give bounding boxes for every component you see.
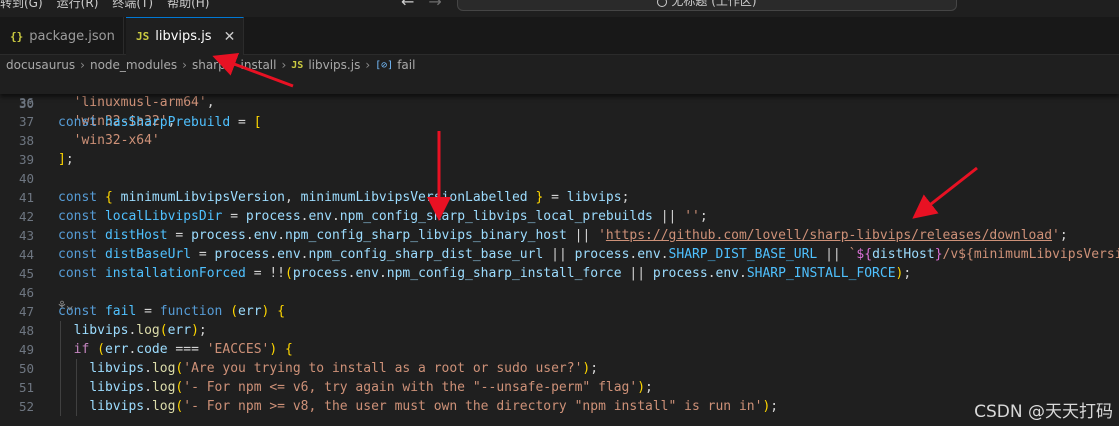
breadcrumb-item-symbol[interactable]: fail (397, 58, 415, 72)
watermark: CSDN @天天打码 (974, 402, 1113, 422)
menu-bar: 转到(G) 运行(R) 终端(T) 帮助(H) (0, 0, 209, 11)
tab-package-json[interactable]: {} package.json ✕ (0, 17, 139, 55)
chevron-right-icon: › (281, 58, 287, 72)
line-number: 45 (18, 266, 34, 281)
title-bar: 转到(G) 运行(R) 终端(T) 帮助(H) ← → 无标题 (工作区) (0, 0, 1119, 17)
code-text: const { minimumLibvipsVersion, minimumLi… (58, 190, 630, 205)
tab-bar: {} package.json ✕ JS libvips.js ✕ (0, 17, 1119, 55)
line-number: 43 (18, 228, 34, 243)
code-line[interactable]: 38 'win32-x64' (0, 131, 1119, 150)
line-number: 39 (18, 152, 34, 167)
line-number: 47 (18, 304, 34, 319)
tab-label: package.json (29, 28, 115, 44)
code-text: ]; (58, 152, 74, 167)
line-number: 52 (18, 399, 34, 414)
code-line[interactable]: 49 if (err.code === 'EACCES') { (0, 340, 1119, 359)
sticky-scroll-line[interactable]: 30 const hasSharpPrebuild = [ (0, 75, 1119, 130)
menu-item-help[interactable]: 帮助(H) (167, 0, 209, 11)
variable-symbol-icon: [⊘] (375, 59, 394, 71)
code-line[interactable]: 43 const distHost = process.env.npm_confi… (0, 226, 1119, 245)
history-nav: ← → (401, 0, 442, 11)
code-line[interactable]: 52 libvips.log('- For npm >= v8, the use… (0, 397, 1119, 416)
breadcrumb: docusaurus › node_modules › sharp › inst… (0, 55, 1119, 75)
code-text: 'win32-x64' (73, 133, 160, 148)
breadcrumb-item-node-modules[interactable]: node_modules (90, 58, 177, 72)
chevron-right-icon: › (230, 58, 236, 72)
code-text: 'linuxmusl-arm64', (73, 95, 215, 110)
code-text: libvips.log('- For npm >= v8, the user m… (89, 399, 779, 414)
menu-item-terminal[interactable]: 终端(T) (112, 0, 153, 11)
chevron-right-icon: › (365, 58, 371, 72)
code-line[interactable]: 39]; (0, 150, 1119, 169)
js-file-icon: JS (136, 30, 150, 43)
code-text: const hasSharpPrebuild = [ (58, 115, 262, 130)
json-file-icon: {} (10, 29, 24, 43)
code-text: const distBaseUrl = process.env.npm_conf… (58, 247, 1119, 262)
chevron-right-icon: › (80, 58, 85, 72)
code-text: const localLibvipsDir = process.env.npm_… (58, 209, 708, 224)
code-line[interactable]: 36 'linuxmusl-arm64', (0, 93, 1119, 112)
code-line[interactable]: 46 (0, 283, 1119, 302)
code-line[interactable]: 42 const localLibvipsDir = process.env.np… (0, 207, 1119, 226)
back-arrow-icon[interactable]: ← (401, 0, 414, 11)
code-line[interactable]: 41 const { minimumLibvipsVersion, minimum… (0, 188, 1119, 207)
code-text: libvips.log(err); (73, 323, 207, 338)
chevron-right-icon: › (182, 58, 187, 72)
menu-item-goto[interactable]: 转到(G) (0, 0, 43, 11)
code-text: const fail = function (err) { (58, 304, 286, 319)
code-text: libvips.log('- For npm <= v6, try again … (89, 380, 653, 395)
line-number: 51 (18, 380, 34, 395)
tab-libvips-js[interactable]: JS libvips.js ✕ (126, 17, 244, 55)
close-icon[interactable]: ✕ (224, 29, 236, 45)
search-icon (657, 0, 668, 7)
code-line[interactable]: 40 (0, 169, 1119, 188)
line-number: 46 (18, 285, 34, 300)
line-number: 30 (18, 96, 34, 111)
menu-item-run[interactable]: 运行(R) (57, 0, 99, 11)
indent-guide (76, 359, 77, 416)
breadcrumb-item-file[interactable]: libvips.js (308, 58, 360, 72)
code-line[interactable]: 47 const fail = function (err) { (0, 302, 1119, 321)
tab-label: libvips.js (155, 29, 212, 44)
line-number: 48 (18, 323, 34, 338)
breadcrumb-item-docusaurus[interactable]: docusaurus (6, 58, 75, 72)
code-text: if (err.code === 'EACCES') { (73, 342, 293, 357)
command-center[interactable]: 无标题 (工作区) (457, 0, 957, 11)
line-number: 42 (18, 209, 34, 224)
code-line[interactable]: 45 const installationForced = !!(process.… (0, 264, 1119, 283)
code-line[interactable]: 51 libvips.log('- For npm <= v6, try aga… (0, 378, 1119, 397)
breadcrumb-item-install[interactable]: install (241, 58, 277, 72)
indent-guide (60, 321, 61, 416)
breadcrumb-item-sharp[interactable]: sharp (192, 58, 226, 72)
line-number: 50 (18, 361, 34, 376)
code-line[interactable]: 50 libvips.log('Are you trying to instal… (0, 359, 1119, 378)
code-line[interactable]: 48 libvips.log(err); (0, 321, 1119, 340)
code-editor[interactable]: 30 const hasSharpPrebuild = [ 36 'linuxm… (0, 75, 1119, 426)
code-text: const distHost = process.env.npm_config_… (58, 228, 1068, 243)
js-file-icon: JS (291, 59, 304, 71)
workspace-title: 无标题 (工作区) (671, 0, 757, 8)
forward-arrow-icon[interactable]: → (428, 0, 441, 11)
line-number: 49 (18, 342, 34, 357)
fold-hint-icon[interactable]: ⚘⌄ (58, 298, 74, 313)
code-line[interactable]: 44 const distBaseUrl = process.env.npm_co… (0, 245, 1119, 264)
code-text: libvips.log('Are you trying to install a… (89, 361, 599, 376)
line-number: 44 (18, 247, 34, 262)
code-text: const installationForced = !!(process.en… (58, 266, 912, 281)
line-number: 40 (18, 171, 34, 186)
line-number: 41 (18, 190, 34, 205)
